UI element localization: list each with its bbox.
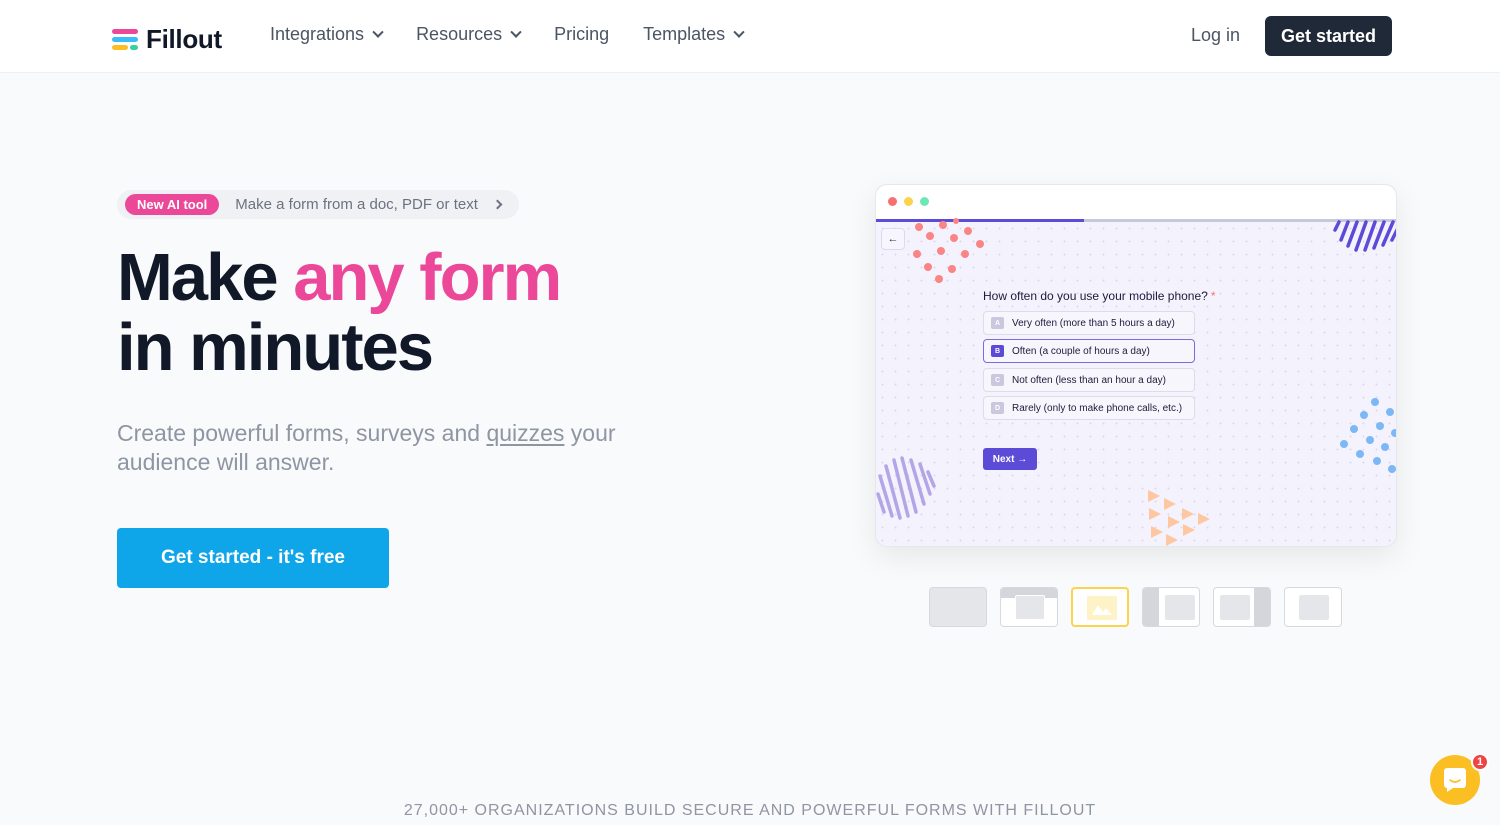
social-proof-tagline: 27,000+ ORGANIZATIONS BUILD SECURE AND P… bbox=[403, 802, 1097, 819]
image-icon bbox=[1092, 605, 1112, 615]
maximize-dot-icon bbox=[920, 197, 929, 206]
layout-option-centered[interactable] bbox=[1284, 587, 1342, 627]
option-label: Not often (less than an hour a day) bbox=[1012, 374, 1166, 386]
get-started-button[interactable]: Get started bbox=[1265, 16, 1392, 56]
chevron-right-icon bbox=[492, 199, 503, 210]
layout-band bbox=[1143, 588, 1159, 626]
option-key: A bbox=[991, 317, 1004, 329]
top-nav: Fillout Integrations Resources Pricing T… bbox=[0, 0, 1500, 73]
layout-inner bbox=[1299, 595, 1329, 620]
nav-item-templates[interactable]: Templates bbox=[643, 24, 745, 45]
question-label: How often do you use your mobile phone? * bbox=[983, 289, 1215, 303]
nav-links: Integrations Resources Pricing Templates bbox=[270, 24, 777, 45]
nav-item-resources[interactable]: Resources bbox=[416, 24, 522, 45]
purple-stripes-decoration bbox=[1333, 220, 1396, 252]
layout-band bbox=[1254, 588, 1270, 626]
option-a[interactable]: A Very often (more than 5 hours a day) bbox=[983, 311, 1195, 335]
nav-item-integrations[interactable]: Integrations bbox=[270, 24, 384, 45]
option-key: D bbox=[991, 402, 1004, 414]
layout-option-top-banner[interactable] bbox=[1000, 587, 1058, 627]
chevron-down-icon bbox=[733, 26, 745, 38]
layout-picker bbox=[929, 587, 1342, 627]
title-accent: any form bbox=[293, 240, 562, 315]
minimize-dot-icon bbox=[904, 197, 913, 206]
nav-item-label: Pricing bbox=[554, 24, 610, 44]
option-c[interactable]: C Not often (less than an hour a day) bbox=[983, 368, 1195, 392]
title-part: Make bbox=[117, 240, 294, 315]
announcement-text: Make a form from a doc, PDF or text bbox=[235, 196, 478, 213]
option-b[interactable]: B Often (a couple of hours a day) bbox=[983, 339, 1195, 363]
layout-inner bbox=[1220, 595, 1250, 620]
quizzes-link[interactable]: quizzes bbox=[486, 420, 564, 446]
hero-title: Make any form in minutes bbox=[117, 240, 562, 385]
layout-option-full[interactable] bbox=[929, 587, 987, 627]
arrow-left-icon: ← bbox=[887, 233, 899, 245]
layout-option-image[interactable] bbox=[1071, 587, 1129, 627]
layout-option-right-panel[interactable] bbox=[1213, 587, 1271, 627]
chevron-down-icon bbox=[372, 26, 384, 38]
option-label: Rarely (only to make phone calls, etc.) bbox=[1012, 402, 1183, 414]
fillout-logo-icon bbox=[112, 28, 138, 52]
nav-item-label: Integrations bbox=[270, 24, 365, 44]
blue-dots-decoration bbox=[1340, 398, 1396, 473]
back-button[interactable]: ← bbox=[881, 228, 905, 250]
layout-option-left-panel[interactable] bbox=[1142, 587, 1200, 627]
hero-subtitle: Create powerful forms, surveys and quizz… bbox=[117, 419, 677, 477]
close-dot-icon bbox=[888, 197, 897, 206]
next-button[interactable]: Next → bbox=[983, 448, 1037, 470]
option-key: C bbox=[991, 374, 1004, 386]
chat-icon bbox=[1444, 768, 1466, 792]
option-label: Often (a couple of hours a day) bbox=[1012, 345, 1150, 357]
brand-name: Fillout bbox=[146, 24, 222, 54]
unread-badge: 1 bbox=[1471, 753, 1489, 771]
nav-item-pricing[interactable]: Pricing bbox=[554, 24, 609, 45]
subtitle-text: Create powerful forms, surveys and bbox=[117, 420, 487, 446]
required-asterisk: * bbox=[1210, 289, 1216, 303]
nav-item-label: Templates bbox=[643, 24, 726, 44]
coral-dots-decoration bbox=[896, 218, 984, 283]
layout-inner bbox=[1015, 595, 1045, 620]
form-preview-window: ← How often do you use your mobile phone… bbox=[875, 184, 1397, 547]
get-started-free-button[interactable]: Get started - it's free bbox=[117, 528, 389, 588]
orange-triangles-decoration bbox=[1148, 490, 1210, 546]
layout-inner bbox=[1165, 595, 1195, 620]
option-label: Very often (more than 5 hours a day) bbox=[1012, 317, 1175, 329]
login-link[interactable]: Log in bbox=[1191, 25, 1240, 46]
announcement-pill[interactable]: New AI tool Make a form from a doc, PDF … bbox=[117, 190, 519, 219]
form-canvas: ← How often do you use your mobile phone… bbox=[876, 218, 1396, 546]
question-text: How often do you use your mobile phone? bbox=[983, 289, 1208, 303]
lavender-stripes-decoration bbox=[876, 456, 936, 520]
option-d[interactable]: D Rarely (only to make phone calls, etc.… bbox=[983, 396, 1195, 420]
new-badge: New AI tool bbox=[125, 194, 220, 215]
option-key: B bbox=[991, 345, 1004, 357]
window-titlebar bbox=[876, 185, 1396, 219]
chevron-down-icon bbox=[510, 26, 522, 38]
nav-item-label: Resources bbox=[416, 24, 503, 44]
title-line2: in minutes bbox=[117, 310, 434, 385]
logo[interactable]: Fillout bbox=[112, 24, 222, 55]
